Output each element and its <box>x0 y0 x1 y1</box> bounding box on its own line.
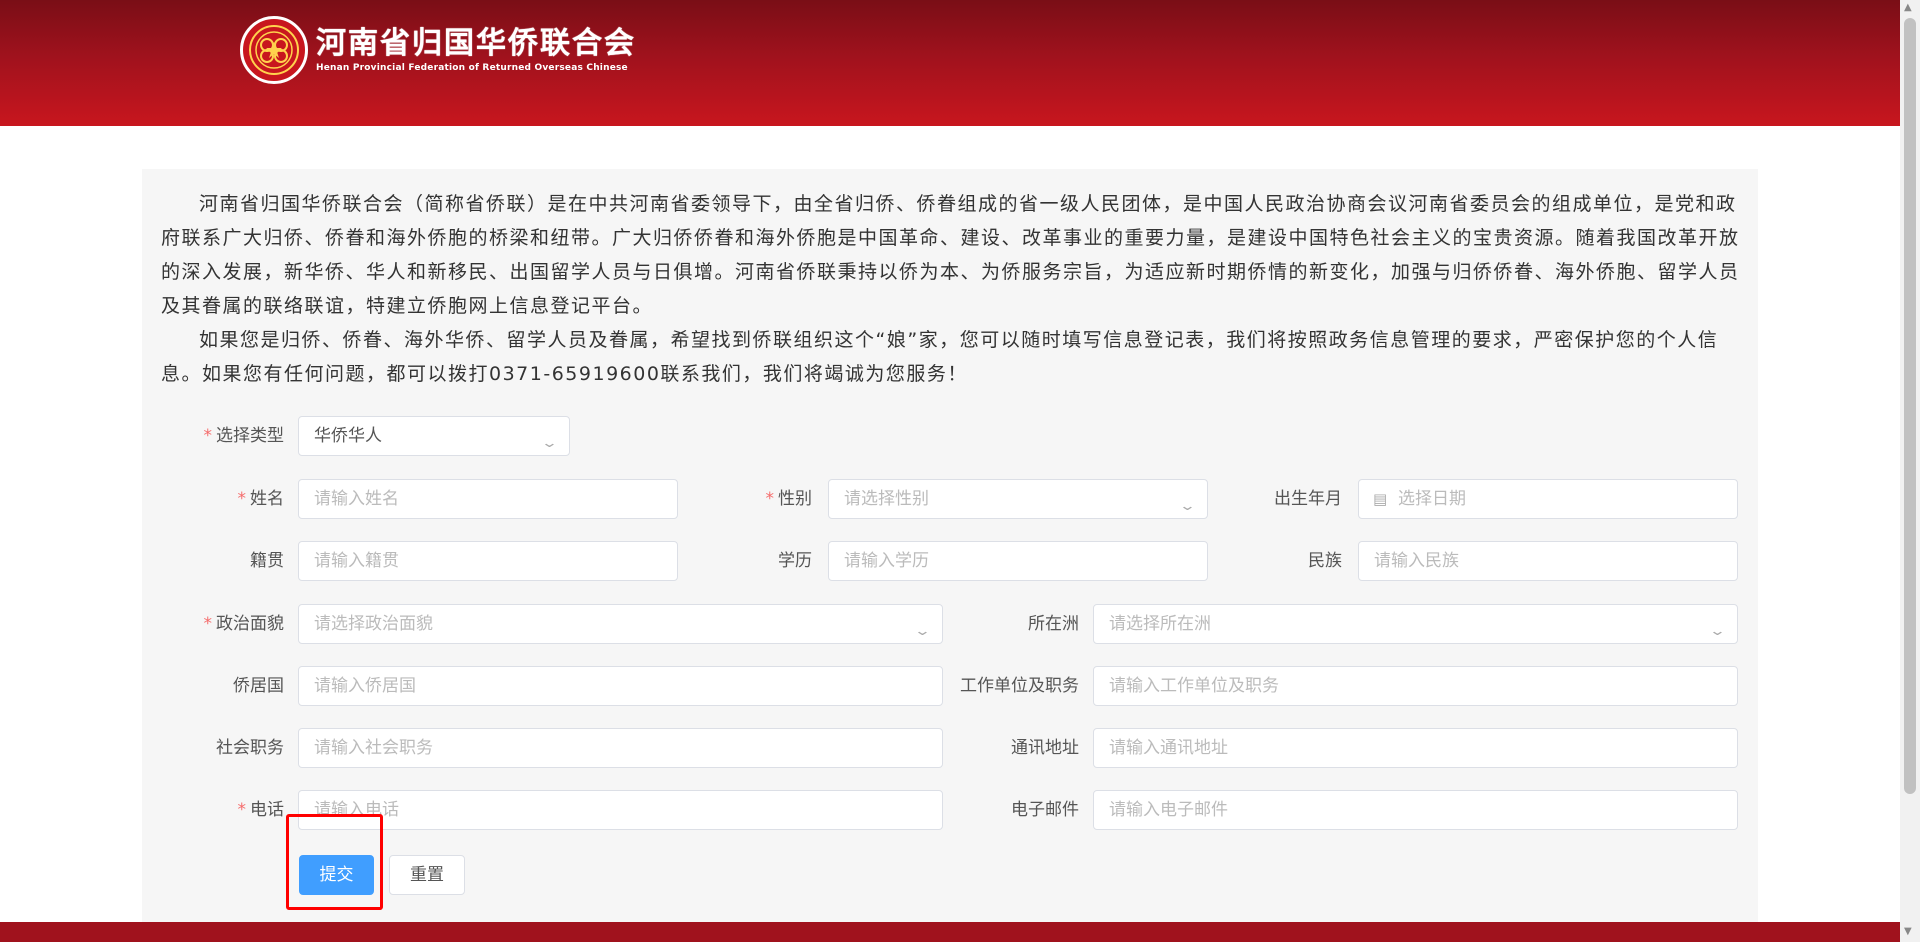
calendar-icon: ▤ <box>1373 490 1388 508</box>
registration-panel: 河南省归国华侨联合会（简称省侨联）是在中共河南省委领导下，由全省归侨、侨眷组成的… <box>142 169 1758 922</box>
education-label: 学历 <box>778 551 812 571</box>
type-label: * 选择类型 <box>203 426 285 446</box>
gender-select[interactable]: 请选择性别 ⌄ <box>828 479 1208 519</box>
political-label: * 政治面貌 <box>203 614 285 634</box>
email-label: 电子邮件 <box>1011 800 1079 820</box>
chevron-down-icon: ⌄ <box>913 624 932 639</box>
native-input[interactable]: 请输入籍贯 <box>298 541 678 581</box>
ethnicity-label: 民族 <box>1308 551 1342 571</box>
phone-label: * 电话 <box>237 800 285 820</box>
work-label: 工作单位及职务 <box>960 676 1079 696</box>
scroll-down-icon[interactable]: ▼ <box>1904 926 1912 937</box>
form-row-2: * 姓名 请输入姓名 * 性别 请选择性别 ⌄ 出生年月 ▤ 选择日期 <box>142 479 1758 519</box>
logo-title-en: Henan Provincial Federation of Returned … <box>316 63 628 73</box>
social-input[interactable]: 请输入社会职务 <box>298 728 943 768</box>
phone-input[interactable]: 请输入电话 <box>298 790 943 830</box>
continent-label: 所在洲 <box>1028 614 1079 634</box>
chevron-down-icon: ⌄ <box>1178 499 1197 514</box>
footer-bar <box>0 922 1900 942</box>
ethnicity-input[interactable]: 请输入民族 <box>1358 541 1738 581</box>
submit-highlight-box <box>286 814 383 910</box>
social-label: 社会职务 <box>216 738 284 758</box>
gender-label: * 性别 <box>765 489 813 509</box>
name-label: * 姓名 <box>237 489 285 509</box>
intro-text: 河南省归国华侨联合会（简称省侨联）是在中共河南省委领导下，由全省归侨、侨眷组成的… <box>161 187 1741 391</box>
form-row-3: 籍贯 请输入籍贯 学历 请输入学历 民族 请输入民族 <box>142 541 1758 581</box>
name-input[interactable]: 请输入姓名 <box>298 479 678 519</box>
header-banner: 河南省归国华侨联合会 Henan Provincial Federation o… <box>0 0 1900 126</box>
country-label: 侨居国 <box>233 676 284 696</box>
work-input[interactable]: 请输入工作单位及职务 <box>1093 666 1738 706</box>
email-input[interactable]: 请输入电子邮件 <box>1093 790 1738 830</box>
chevron-down-icon: ⌄ <box>1708 624 1727 639</box>
federation-emblem-icon <box>240 16 308 84</box>
form-row-4: * 政治面貌 请选择政治面貌 ⌄ 所在洲 请选择所在洲 ⌄ <box>142 604 1758 644</box>
scrollbar-thumb[interactable] <box>1904 18 1916 794</box>
reset-button[interactable]: 重置 <box>389 855 465 895</box>
native-label: 籍贯 <box>250 551 284 571</box>
logo[interactable]: 河南省归国华侨联合会 Henan Provincial Federation o… <box>240 14 636 86</box>
logo-title-cn: 河南省归国华侨联合会 <box>316 26 636 61</box>
address-input[interactable]: 请输入通讯地址 <box>1093 728 1738 768</box>
country-input[interactable]: 请输入侨居国 <box>298 666 943 706</box>
form-row-6: 社会职务 请输入社会职务 通讯地址 请输入通讯地址 <box>142 728 1758 768</box>
intro-paragraph-2: 如果您是归侨、侨眷、海外华侨、留学人员及眷属，希望找到侨联组织这个“娘”家，您可… <box>161 329 1719 385</box>
continent-select[interactable]: 请选择所在洲 ⌄ <box>1093 604 1738 644</box>
birth-date-picker[interactable]: ▤ 选择日期 <box>1358 479 1738 519</box>
form-row-5: 侨居国 请输入侨居国 工作单位及职务 请输入工作单位及职务 <box>142 666 1758 706</box>
address-label: 通讯地址 <box>1011 738 1079 758</box>
political-select[interactable]: 请选择政治面貌 ⌄ <box>298 604 943 644</box>
form-row-type: * 选择类型 华侨华人 ⌄ <box>142 416 1758 456</box>
form-row-7: * 电话 请输入电话 电子邮件 请输入电子邮件 <box>142 790 1758 830</box>
chevron-down-icon: ⌄ <box>540 436 559 451</box>
education-input[interactable]: 请输入学历 <box>828 541 1208 581</box>
page-scrollbar[interactable]: ▲ ▼ <box>1900 0 1920 942</box>
type-select[interactable]: 华侨华人 ⌄ <box>298 416 570 456</box>
intro-paragraph-1: 河南省归国华侨联合会（简称省侨联）是在中共河南省委领导下，由全省归侨、侨眷组成的… <box>161 193 1740 317</box>
scroll-up-icon[interactable]: ▲ <box>1904 2 1912 13</box>
birth-label: 出生年月 <box>1274 489 1342 509</box>
